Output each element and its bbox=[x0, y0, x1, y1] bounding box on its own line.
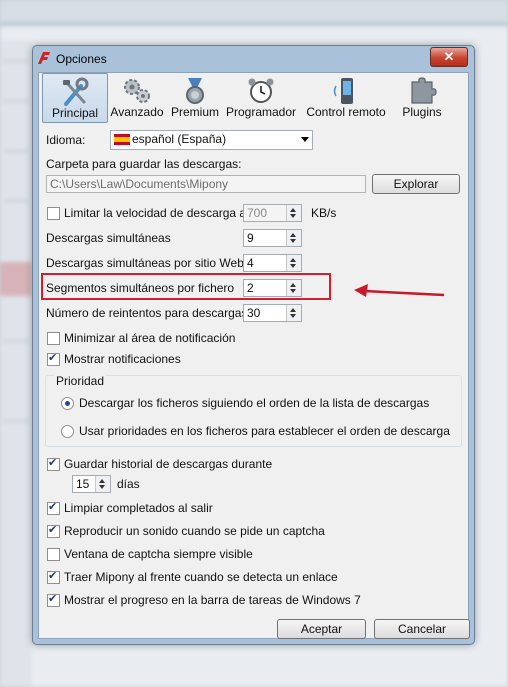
simultaneous-downloads-stepper[interactable]: 9 bbox=[243, 229, 302, 247]
close-button[interactable]: ✕ bbox=[430, 47, 468, 67]
stepper-arrows[interactable] bbox=[286, 205, 301, 221]
save-history-checkbox[interactable] bbox=[47, 456, 60, 471]
bring-front-label: Traer Mipony al frente cuando se detecta… bbox=[64, 570, 338, 584]
tab-label: Plugins bbox=[402, 105, 442, 119]
retries-stepper[interactable]: 30 bbox=[243, 304, 302, 322]
taskbar-progress-checkbox[interactable] bbox=[47, 592, 60, 607]
mipony-logo-icon bbox=[38, 52, 50, 64]
simultaneous-downloads-value: 9 bbox=[247, 231, 254, 245]
accept-button[interactable]: Aceptar bbox=[277, 619, 366, 639]
show-notifications-checkbox[interactable] bbox=[47, 351, 60, 366]
stepper-arrows[interactable] bbox=[286, 280, 301, 296]
background-sidebar bbox=[0, 40, 32, 687]
segments-label: Segmentos simultáneos por fichero bbox=[46, 281, 235, 295]
tab-premium[interactable]: Premium bbox=[169, 73, 221, 121]
speed-limit-label: Limitar la velocidad de descarga a bbox=[64, 206, 247, 220]
alarm-clock-icon bbox=[248, 78, 274, 103]
window-title: Opciones bbox=[56, 52, 107, 66]
priority-group-label: Prioridad bbox=[54, 374, 107, 388]
bring-front-checkbox[interactable] bbox=[47, 569, 60, 584]
cancel-button[interactable]: Cancelar bbox=[374, 619, 470, 639]
tools-icon bbox=[63, 77, 89, 106]
tab-programador[interactable]: Programador bbox=[225, 73, 297, 121]
folder-label: Carpeta para guardar las descargas: bbox=[46, 157, 242, 171]
priority-custom-label: Usar prioridades en los ficheros para es… bbox=[79, 424, 450, 438]
speed-limit-stepper[interactable]: 700 bbox=[243, 204, 302, 222]
spain-flag-icon bbox=[114, 134, 130, 145]
tab-avanzado[interactable]: Avanzado bbox=[109, 73, 165, 121]
speed-limit-checkbox[interactable] bbox=[47, 207, 60, 220]
priority-group: Prioridad Descargar los ficheros siguien… bbox=[45, 374, 462, 447]
browse-button[interactable]: Explorar bbox=[372, 174, 460, 194]
options-toolbar: Principal Avanzado Premium Programador C… bbox=[39, 73, 468, 123]
play-sound-checkbox[interactable] bbox=[47, 523, 60, 538]
taskbar-progress-label: Mostrar el progreso en la barra de tarea… bbox=[64, 593, 361, 607]
stepper-arrows[interactable] bbox=[286, 305, 301, 321]
background-titlebar bbox=[0, 0, 508, 22]
show-notifications-label: Mostrar notificaciones bbox=[64, 352, 181, 366]
per-site-downloads-value: 4 bbox=[247, 256, 254, 270]
tab-label: Premium bbox=[170, 105, 219, 119]
annotation-arrow-icon bbox=[354, 284, 445, 297]
puzzle-icon bbox=[411, 77, 437, 104]
speed-limit-value: 700 bbox=[247, 206, 268, 220]
tab-principal[interactable]: Principal bbox=[42, 73, 108, 123]
save-history-label: Guardar historial de descargas durante bbox=[64, 457, 273, 471]
language-label: Idioma: bbox=[46, 133, 86, 147]
options-dialog: Opciones ✕ Principal Avanzado Premium Pr… bbox=[32, 45, 475, 645]
captcha-visible-checkbox[interactable] bbox=[47, 548, 60, 561]
stepper-arrows[interactable] bbox=[95, 476, 110, 492]
captcha-visible-label: Ventana de captcha siempre visible bbox=[64, 547, 253, 561]
days-unit-label: días bbox=[117, 477, 140, 491]
tab-control-remoto[interactable]: Control remoto bbox=[305, 73, 387, 121]
tab-label: Programador bbox=[225, 105, 297, 119]
per-site-downloads-stepper[interactable]: 4 bbox=[243, 254, 302, 272]
segments-stepper[interactable]: 2 bbox=[243, 279, 302, 297]
priority-order-label: Descargar los ficheros siguiendo el orde… bbox=[79, 396, 430, 410]
priority-order-radio[interactable] bbox=[61, 397, 74, 410]
minimize-tray-label: Minimizar al área de notificación bbox=[64, 331, 236, 345]
language-select-value: español (España) bbox=[132, 132, 227, 146]
title-bar[interactable]: Opciones ✕ bbox=[33, 46, 474, 72]
gears-icon bbox=[124, 79, 150, 103]
retries-label: Número de reintentos para descargas bbox=[46, 306, 248, 320]
medal-icon bbox=[186, 78, 204, 104]
language-select[interactable]: español (España) bbox=[110, 130, 313, 150]
chevron-down-icon bbox=[301, 137, 309, 142]
tab-label: Control remoto bbox=[306, 105, 386, 119]
priority-custom-radio[interactable] bbox=[61, 425, 74, 438]
speed-unit-label: KB/s bbox=[311, 206, 337, 220]
stepper-arrows[interactable] bbox=[286, 230, 301, 246]
tab-plugins[interactable]: Plugins bbox=[397, 73, 447, 121]
phone-icon bbox=[333, 78, 353, 104]
tab-label: Avanzado bbox=[110, 105, 164, 119]
clean-completed-checkbox[interactable] bbox=[47, 500, 60, 515]
tab-label: Principal bbox=[51, 106, 99, 120]
history-days-value: 15 bbox=[76, 477, 90, 491]
segments-value: 2 bbox=[247, 281, 254, 295]
per-site-downloads-label: Descargas simultáneas por sitio Web bbox=[46, 256, 244, 270]
retries-value: 30 bbox=[247, 306, 261, 320]
history-days-stepper[interactable]: 15 bbox=[72, 475, 111, 493]
minimize-tray-checkbox[interactable] bbox=[47, 332, 60, 345]
principal-panel: Idioma: español (España) Carpeta para gu… bbox=[41, 127, 470, 647]
simultaneous-downloads-label: Descargas simultáneas bbox=[46, 231, 171, 245]
clean-completed-label: Limpiar completados al salir bbox=[64, 501, 213, 515]
play-sound-label: Reproducir un sonido cuando se pide un c… bbox=[64, 524, 325, 538]
background-selected-row bbox=[0, 262, 32, 296]
stepper-arrows[interactable] bbox=[286, 255, 301, 271]
dialog-content: Principal Avanzado Premium Programador C… bbox=[38, 72, 470, 639]
download-folder-field[interactable]: C:\Users\Law\Documents\Mipony bbox=[46, 175, 366, 193]
